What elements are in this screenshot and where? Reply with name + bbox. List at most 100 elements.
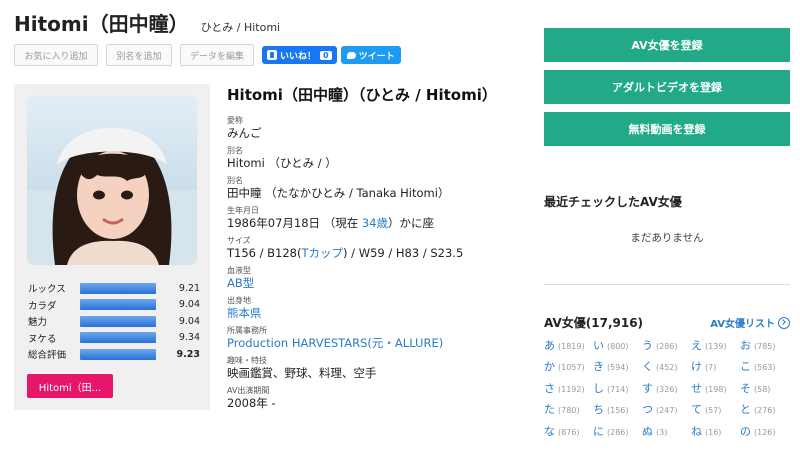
kana-count: (785) [754, 341, 776, 351]
kana-link[interactable]: あ (1819) [544, 337, 593, 353]
register-actress-button[interactable]: AV女優を登録 [544, 28, 790, 62]
kana-char: と [740, 403, 751, 417]
kana-link[interactable]: く (452) [642, 358, 691, 374]
actress-index-header: AV女優(17,916) AV女優リスト [544, 314, 790, 331]
kana-link[interactable]: て (57) [691, 401, 740, 417]
kana-link[interactable]: ね (16) [691, 423, 740, 439]
kana-link[interactable]: き (594) [593, 358, 642, 374]
field-origin: 出身地 熊本県 [227, 295, 527, 321]
field-label: サイズ [227, 236, 251, 245]
field-value: 1986年07月18日 （現在 34歳）かに座 [227, 216, 527, 231]
stat-label: ルックス [28, 284, 66, 296]
kana-row: な (876) に (286) ぬ (3) ね (16) の (126) [544, 420, 790, 442]
agency-link[interactable]: Production HARVESTARS(元・ALLURE) [227, 336, 527, 351]
kana-link[interactable]: と (276) [740, 401, 789, 417]
kana-link[interactable]: に (286) [593, 423, 642, 439]
kana-count: (1819) [558, 341, 585, 351]
field-label: 別名 [227, 176, 243, 185]
field-value: みんご [227, 126, 262, 140]
kana-link[interactable]: た (780) [544, 401, 593, 417]
kana-char: あ [544, 338, 555, 352]
kana-count: (276) [754, 406, 776, 416]
kana-link[interactable]: つ (247) [642, 401, 691, 417]
stat-label: 総合評価 [28, 350, 67, 362]
stat-row-looks: ルックス 9.21 [28, 280, 200, 297]
age-link[interactable]: 34歳 [362, 216, 388, 230]
register-video-button[interactable]: アダルトビデオを登録 [544, 70, 790, 104]
kana-link[interactable]: す (326) [642, 380, 691, 396]
add-alias-button[interactable]: 別名を追加 [106, 44, 172, 66]
cup-link[interactable]: Tカップ [302, 246, 344, 260]
field-alias-1: 別名 Hitomi （ひとみ / ） [227, 145, 527, 171]
profile-photo[interactable] [27, 95, 197, 265]
register-free-video-button[interactable]: 無料動画を登録 [544, 112, 790, 146]
kana-link[interactable]: し (714) [593, 380, 642, 396]
field-active-period: AV出演期間 2008年 - [227, 385, 527, 411]
kana-count: (876) [558, 427, 580, 437]
kana-count: (800) [607, 341, 629, 351]
kana-link[interactable]: さ (1192) [544, 380, 593, 396]
kana-count: (594) [607, 363, 629, 373]
edit-data-button[interactable]: データを編集 [180, 44, 254, 66]
stat-value: 9.04 [178, 299, 200, 311]
kana-count: (286) [656, 341, 678, 351]
facebook-like-button[interactable]: いいね！ 0 [262, 46, 337, 64]
kana-link[interactable]: け (7) [691, 358, 740, 374]
blood-type-link[interactable]: AB型 [227, 276, 527, 291]
stat-label: カラダ [28, 300, 57, 312]
kana-count: (1057) [558, 363, 585, 373]
field-label: 別名 [227, 146, 243, 155]
kana-count: (1192) [558, 384, 585, 394]
kana-char: さ [544, 381, 555, 395]
kana-row: さ (1192) し (714) す (326) せ (198) そ (58) [544, 377, 790, 399]
action-bar: お気に入り追加 別名を追加 データを編集 いいね！ 0 ツイート [14, 44, 401, 66]
actress-list-link[interactable]: AV女優リスト [710, 315, 790, 330]
tweet-label: ツイート [358, 51, 395, 62]
profile-info: Hitomi（田中瞳）（ひとみ / Hitomi） 愛称 みんご 別名 Hito… [227, 84, 527, 415]
actress-count-title: AV女優(17,916) [544, 316, 644, 330]
stat-value: 9.34 [178, 332, 200, 344]
tweet-button[interactable]: ツイート [340, 46, 401, 64]
kana-link[interactable]: せ (198) [691, 380, 740, 396]
kana-char: せ [691, 381, 702, 395]
kana-link[interactable]: う (286) [642, 337, 691, 353]
stat-bar [80, 315, 156, 327]
zodiac-text: ）かに座 [387, 216, 434, 230]
origin-link[interactable]: 熊本県 [227, 306, 527, 321]
thumbs-up-icon [267, 50, 277, 60]
recent-empty-message: まだありません [630, 232, 704, 244]
kana-char: い [593, 338, 604, 352]
kana-link[interactable]: え (139) [691, 337, 740, 353]
kana-link[interactable]: こ (563) [740, 358, 789, 374]
page-header: Hitomi（田中瞳） ひとみ / Hitomi [14, 8, 280, 37]
field-label: AV出演期間 [227, 386, 270, 395]
field-blood-type: 血液型 AB型 [227, 265, 527, 291]
kana-link[interactable]: な (876) [544, 423, 593, 439]
kana-count: (286) [607, 427, 629, 437]
kana-count: (714) [607, 384, 629, 394]
kana-link[interactable]: ち (156) [593, 401, 642, 417]
kana-link[interactable]: そ (58) [740, 380, 789, 396]
kana-count: (16) [705, 427, 722, 437]
stat-row-body: カラダ 9.04 [28, 297, 200, 314]
field-value: T156 / B128(Tカップ) / W59 / H83 / S23.5 [227, 246, 527, 261]
recent-section-title: 最近チェックしたAV女優 [544, 195, 682, 209]
kana-link[interactable]: お (785) [740, 337, 789, 353]
field-value: 2008年 - [227, 396, 276, 410]
field-label: 生年月日 [227, 206, 259, 215]
kana-link[interactable]: か (1057) [544, 358, 593, 374]
kana-char: に [593, 424, 604, 438]
kana-count: (198) [705, 384, 727, 394]
birthdate-text: 1986年07月18日 （現在 [227, 216, 362, 230]
kana-char: た [544, 403, 555, 417]
kana-link[interactable]: の (126) [740, 423, 789, 439]
field-value: Hitomi （ひとみ / ） [227, 156, 337, 170]
kana-row: た (780) ち (156) つ (247) て (57) と (276) [544, 399, 790, 421]
like-count: 0 [320, 50, 332, 60]
kana-link[interactable]: ぬ (3) [642, 423, 691, 439]
actress-name-button[interactable]: Hitomi（田... [27, 374, 113, 398]
add-favorite-button[interactable]: お気に入り追加 [14, 44, 98, 66]
kana-link[interactable]: い (800) [593, 337, 642, 353]
kana-char: え [691, 338, 702, 352]
field-label: 出身地 [227, 296, 251, 305]
